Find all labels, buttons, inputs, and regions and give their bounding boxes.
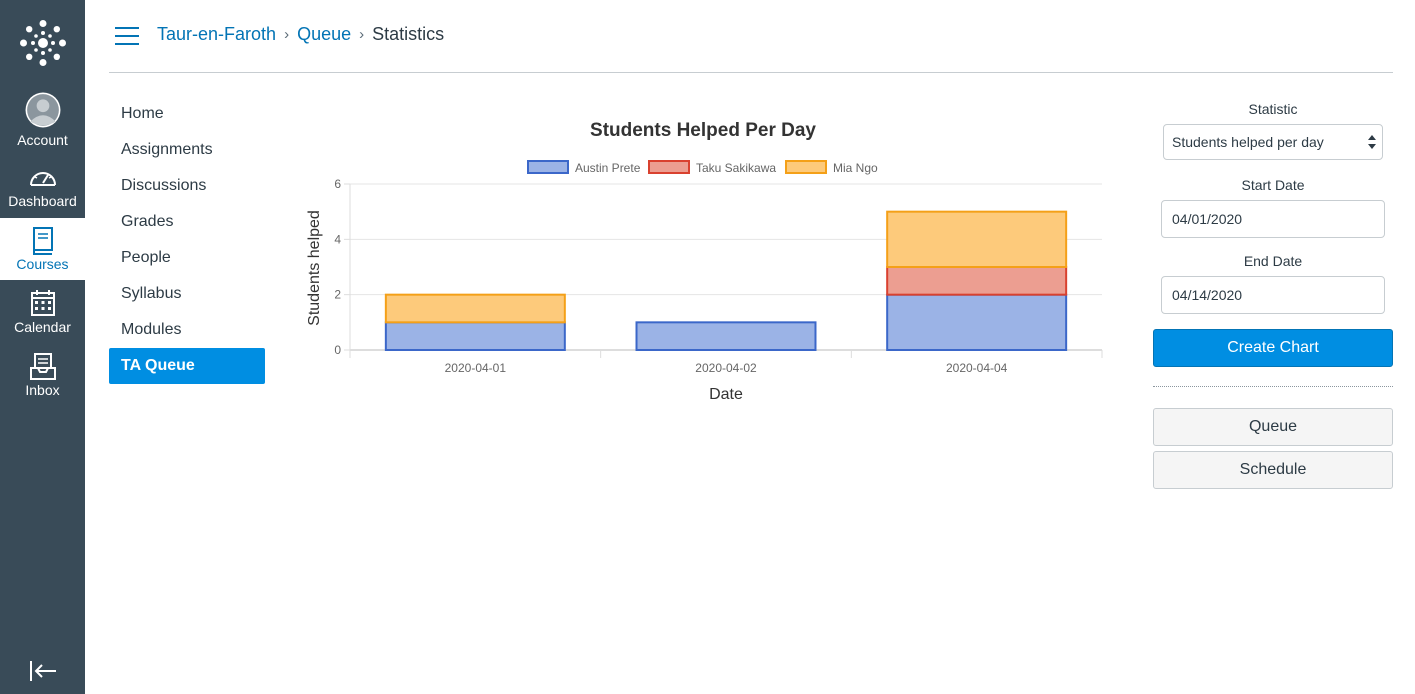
canvas-logo-icon[interactable] <box>20 20 66 66</box>
breadcrumb: Taur-en-Faroth › Queue › Statistics <box>157 24 444 45</box>
dashboard-icon <box>30 172 56 186</box>
legend-swatch-0 <box>527 160 569 174</box>
legend-swatch-1 <box>648 160 690 174</box>
start-date-input[interactable] <box>1161 200 1385 238</box>
x-tick-label: 2020-04-04 <box>946 361 1008 375</box>
collapse-nav-icon[interactable] <box>28 658 58 684</box>
chart-svg: Students Helped Per Day Austin Prete Taku … <box>306 120 1103 403</box>
schedule-button[interactable]: Schedule <box>1153 451 1393 489</box>
course-nav-syllabus[interactable]: Syllabus <box>109 276 265 312</box>
course-nav-discussions[interactable]: Discussions <box>109 168 265 204</box>
nav-dashboard[interactable]: Dashboard <box>0 155 85 217</box>
x-tick-label: 2020-04-01 <box>445 361 507 375</box>
breadcrumb-course-link[interactable]: Taur-en-Faroth <box>157 24 276 45</box>
page-header: Taur-en-Faroth › Queue › Statistics <box>109 0 1393 73</box>
create-chart-button[interactable]: Create Chart <box>1153 329 1393 367</box>
legend-label-2: Mia Ngo <box>833 161 878 175</box>
statistic-label: Statistic <box>1248 101 1298 117</box>
nav-calendar[interactable]: Calendar <box>0 281 85 343</box>
calendar-icon <box>31 290 55 316</box>
course-nav-grades[interactable]: Grades <box>109 204 265 240</box>
global-nav: Account Dashboard Courses Calendar Inbox <box>0 0 85 694</box>
bar-segment-2 <box>886 210 1068 268</box>
breadcrumb-separator-icon: › <box>359 26 365 43</box>
course-nav-ta-queue[interactable]: TA Queue <box>109 348 265 384</box>
nav-inbox-label: Inbox <box>25 382 60 398</box>
y-tick-label: 4 <box>334 232 341 246</box>
nav-inbox[interactable]: Inbox <box>0 344 85 406</box>
breadcrumb-current: Statistics <box>372 24 445 44</box>
course-nav-home[interactable]: Home <box>109 96 265 132</box>
bar-segment-2 <box>384 293 566 324</box>
y-axis-title: Students helped <box>306 210 323 326</box>
end-date-label: End Date <box>1243 253 1303 269</box>
breadcrumb-queue-link[interactable]: Queue <box>297 24 351 45</box>
x-tick-label: 2020-04-02 <box>695 361 757 375</box>
queue-button[interactable]: Queue <box>1153 408 1393 446</box>
x-axis-title: Date <box>709 386 743 403</box>
course-nav-people[interactable]: People <box>109 240 265 276</box>
statistic-select[interactable]: Students helped per day <box>1163 124 1383 160</box>
nav-account-label: Account <box>17 132 68 148</box>
course-nav-assignments[interactable]: Assignments <box>109 132 265 168</box>
start-date-label: Start Date <box>1241 177 1305 193</box>
statistics-chart: Students Helped Per Day Austin Prete Taku … <box>300 110 1120 410</box>
nav-calendar-label: Calendar <box>14 319 71 335</box>
y-tick-label: 6 <box>334 177 341 191</box>
panel-divider <box>1153 386 1393 387</box>
chart-title: Students Helped Per Day <box>590 120 816 141</box>
bar-segment-0 <box>886 293 1068 352</box>
y-tick-label: 2 <box>334 288 341 302</box>
legend-swatch-2 <box>785 160 827 174</box>
y-tick-label: 0 <box>334 343 341 357</box>
nav-courses[interactable]: Courses <box>0 218 85 280</box>
hamburger-menu-icon[interactable] <box>115 25 139 47</box>
statistic-select-value: Students helped per day <box>1172 134 1324 150</box>
bar-segment-1 <box>886 266 1068 296</box>
inbox-icon <box>30 353 56 380</box>
course-nav: Home Assignments Discussions Grades Peop… <box>109 96 265 384</box>
course-nav-modules[interactable]: Modules <box>109 312 265 348</box>
select-arrows-icon <box>1368 135 1376 149</box>
legend-label-1: Taku Sakikawa <box>696 161 776 175</box>
breadcrumb-separator-icon: › <box>284 26 290 43</box>
bar-segment-0 <box>384 321 566 351</box>
nav-dashboard-label: Dashboard <box>8 193 77 209</box>
avatar-icon <box>25 92 61 128</box>
courses-book-icon <box>33 227 53 255</box>
nav-account[interactable]: Account <box>0 88 85 152</box>
legend-label-0: Austin Prete <box>575 161 641 175</box>
bar-segment-0 <box>635 321 817 351</box>
nav-courses-label: Courses <box>16 256 69 272</box>
end-date-input[interactable] <box>1161 276 1385 314</box>
